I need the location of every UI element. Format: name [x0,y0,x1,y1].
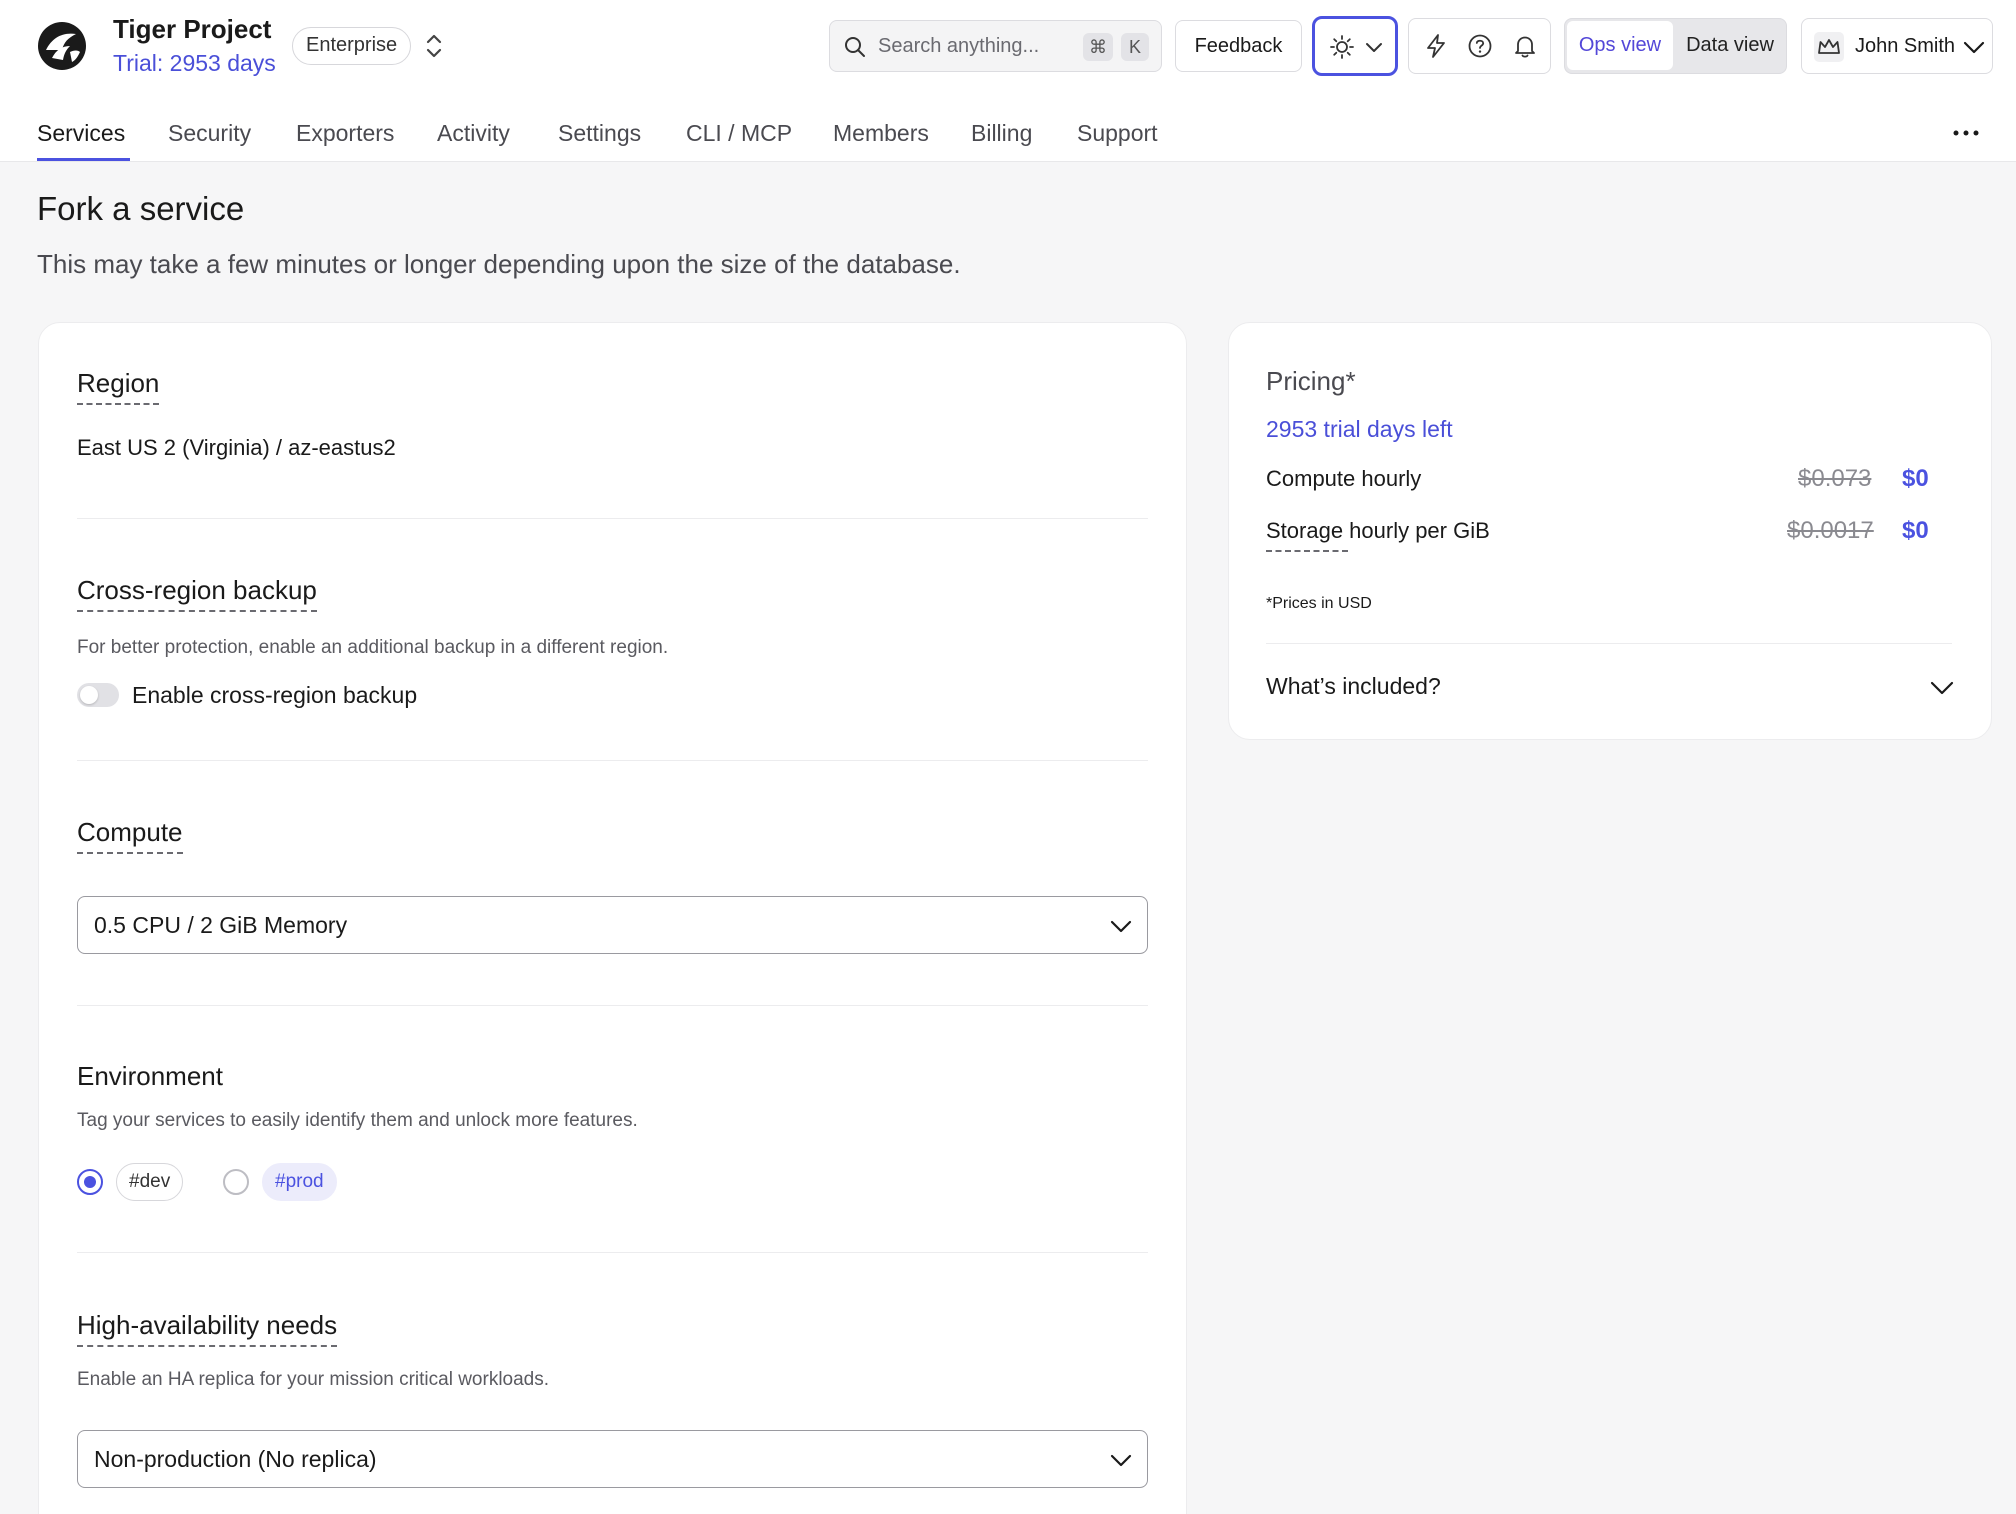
env-dev-radio[interactable] [77,1169,103,1195]
project-name[interactable]: Tiger Project [113,14,271,45]
help-icon[interactable] [1467,33,1493,59]
whats-included-toggle[interactable]: What’s included? [1266,673,1441,700]
compute-hourly-label: Compute hourly [1266,466,1422,491]
prices-note: *Prices in USD [1266,595,1372,612]
section-divider [77,518,1148,519]
tab-members[interactable]: Members [833,120,929,147]
quick-actions-group [1408,18,1551,74]
pricing-title: Pricing* [1266,366,1356,396]
ha-select[interactable]: Non-production (No replica) [77,1430,1148,1488]
search-bar[interactable]: Search anything... ⌘ K [829,20,1162,72]
ha-description: Enable an HA replica for your mission cr… [77,1369,550,1390]
compute-new-price: $0 [1902,465,1929,492]
trial-days-left: 2953 trial days left [1266,416,1453,442]
environment-description: Tag your services to easily identify the… [77,1110,638,1131]
chevron-down-icon[interactable] [1929,678,1955,698]
lightning-icon[interactable] [1423,33,1449,59]
tab-services[interactable]: Services [37,120,125,147]
ops-view-tab[interactable]: Ops view [1567,21,1673,70]
tab-security[interactable]: Security [168,120,251,147]
active-tab-indicator [37,158,130,161]
compute-title[interactable]: Compute [77,817,183,854]
storage-old-price: $0.0017 [1787,517,1874,544]
main-nav-tabs: Services Security Exporters Activity Set… [0,110,2016,162]
env-prod-tag[interactable]: #prod [262,1163,337,1201]
feedback-button[interactable]: Feedback [1175,20,1302,72]
compute-old-price: $0.073 [1798,465,1872,492]
backup-description: For better protection, enable an additio… [77,637,669,658]
tab-settings[interactable]: Settings [558,120,641,147]
tab-billing[interactable]: Billing [971,120,1032,147]
tab-support[interactable]: Support [1077,120,1158,147]
region-value: East US 2 (Virginia) / az-eastus2 [77,435,396,460]
search-icon [843,35,867,59]
environment-title: Environment [77,1061,223,1091]
section-divider [77,1252,1148,1253]
ha-select-value: Non-production (No replica) [94,1446,377,1472]
tab-cli-mcp[interactable]: CLI / MCP [686,120,792,147]
chevron-down-icon [1962,37,1986,57]
tier-badge: Enterprise [292,27,412,65]
storage-hourly-label[interactable]: Storage hourly per GiB [1266,518,1490,548]
chevron-down-icon [1366,43,1382,52]
pricing-divider [1266,643,1952,644]
search-placeholder: Search anything... [878,35,1040,57]
view-toggle: Ops view Data view [1564,18,1787,74]
top-header: Tiger Project Trial: 2953 days Enterpris… [0,0,2016,162]
pricing-card: Pricing* 2953 trial days left Compute ho… [1228,322,1992,740]
env-prod-radio[interactable] [223,1169,249,1195]
data-view-tab[interactable]: Data view [1675,21,1785,70]
cross-region-backup-toggle[interactable] [77,683,119,707]
project-switcher-icon[interactable] [423,31,445,61]
more-options-icon[interactable] [1952,126,1980,140]
section-divider [77,760,1148,761]
theme-toggle-button[interactable] [1312,16,1398,76]
ha-title[interactable]: High-availability needs [77,1310,338,1347]
region-title[interactable]: Region [77,368,160,405]
shortcut-k-key: K [1121,33,1149,61]
cross-region-backup-label[interactable]: Enable cross-region backup [132,682,417,709]
storage-label-underline [1266,550,1348,552]
trial-days-label: Trial: 2953 days [113,50,276,76]
backup-title[interactable]: Cross-region backup [77,575,317,612]
page-subtitle: This may take a few minutes or longer de… [37,249,961,279]
compute-select[interactable]: 0.5 CPU / 2 GiB Memory [77,896,1148,954]
fork-service-form: Region East US 2 (Virginia) / az-eastus2… [38,322,1187,1514]
chevron-down-icon [1109,916,1133,936]
user-name: John Smith [1855,35,1956,57]
page-title: Fork a service [37,190,245,227]
chevron-down-icon [1109,1450,1133,1470]
crown-icon [1814,32,1844,62]
sun-icon [1330,35,1354,59]
section-divider [77,1005,1148,1006]
storage-new-price: $0 [1902,517,1929,544]
shortcut-cmd-key: ⌘ [1083,33,1113,61]
compute-select-value: 0.5 CPU / 2 GiB Memory [94,912,348,938]
env-dev-tag[interactable]: #dev [116,1163,184,1201]
tab-exporters[interactable]: Exporters [296,120,394,147]
bell-icon[interactable] [1512,33,1538,59]
tab-activity[interactable]: Activity [437,120,510,147]
tiger-logo-icon[interactable] [36,20,88,72]
user-menu-button[interactable]: John Smith [1801,18,1993,74]
